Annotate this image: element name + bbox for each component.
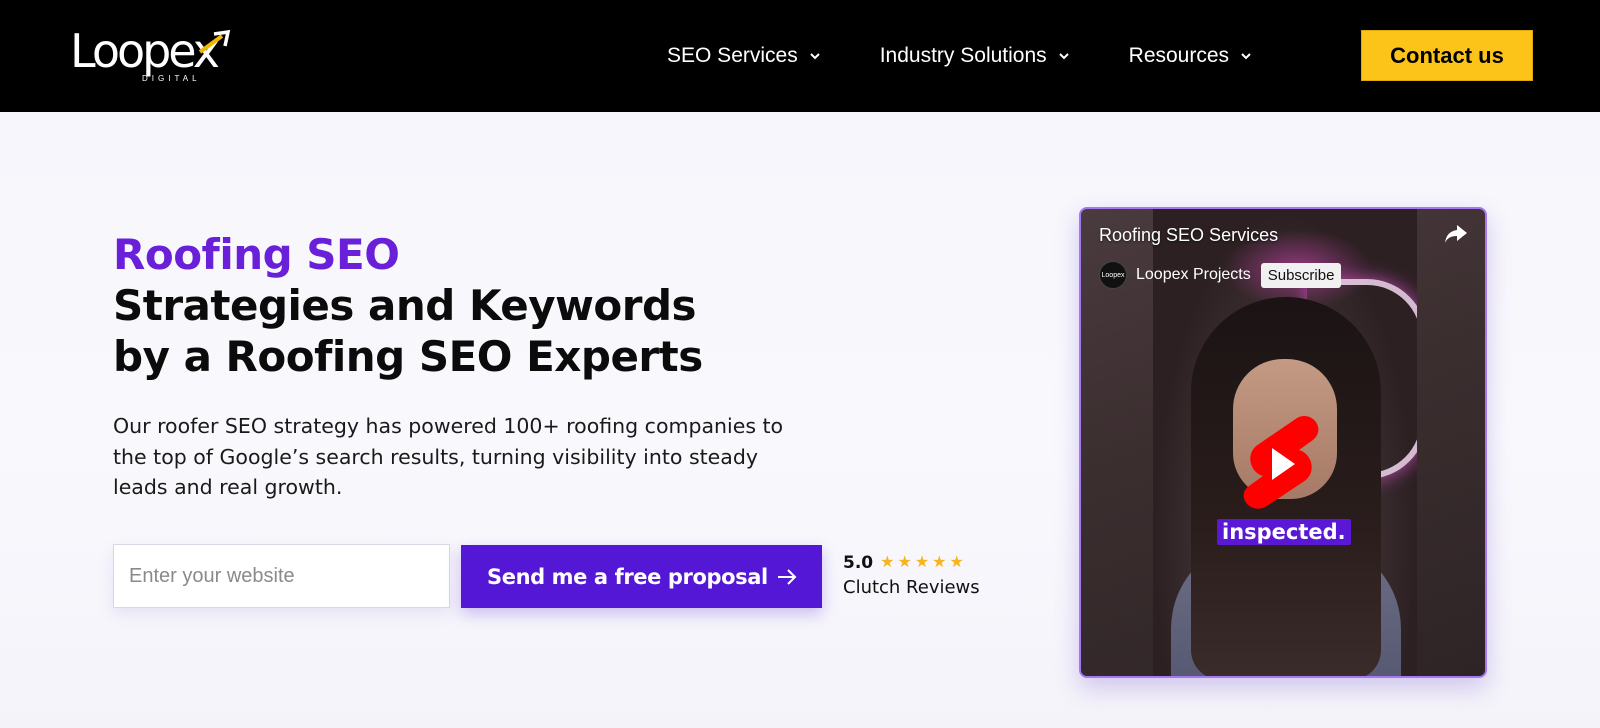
arrow-right-icon bbox=[778, 569, 797, 585]
subscribe-button[interactable]: Subscribe bbox=[1260, 262, 1342, 288]
chevron-down-icon bbox=[1058, 53, 1069, 60]
nav-label: SEO Services bbox=[667, 44, 798, 67]
hero-title-accent: Roofing SEO bbox=[113, 230, 400, 279]
hero-title-line2: by a Roofing SEO Experts bbox=[113, 332, 703, 381]
rating-source: Clutch Reviews bbox=[843, 577, 980, 598]
rating-stars: ★ ★ ★ ★ ★ bbox=[880, 555, 964, 571]
chevron-down-icon bbox=[810, 53, 820, 60]
contact-us-button[interactable]: Contact us bbox=[1361, 30, 1533, 81]
channel-name[interactable]: Loopex Projects bbox=[1136, 266, 1251, 284]
website-input[interactable] bbox=[113, 544, 450, 608]
channel-row: Loopex Loopex Projects Subscribe bbox=[1099, 261, 1342, 289]
video-caption: inspected. bbox=[1217, 519, 1351, 545]
nav-resources[interactable]: Resources bbox=[1129, 44, 1253, 68]
star-icon: ★ bbox=[880, 554, 895, 571]
video-title[interactable]: Roofing SEO Services bbox=[1099, 225, 1278, 246]
main-nav: SEO Services Industry Solutions Resource… bbox=[667, 0, 1253, 112]
video-player[interactable]: Roofing SEO Services Loopex Loopex Proje… bbox=[1079, 207, 1487, 678]
channel-avatar[interactable]: Loopex bbox=[1099, 261, 1127, 289]
star-icon: ★ bbox=[949, 554, 964, 571]
star-icon: ★ bbox=[914, 554, 930, 571]
nav-label: Resources bbox=[1128, 44, 1230, 67]
send-proposal-label: Send me a free proposal bbox=[487, 564, 768, 589]
logo-arrow-icon bbox=[198, 30, 231, 54]
star-icon: ★ bbox=[932, 554, 947, 571]
logo-wordmark: Loopex bbox=[70, 24, 220, 78]
send-proposal-button[interactable]: Send me a free proposal bbox=[461, 545, 822, 608]
nav-seo-services[interactable]: SEO Services bbox=[667, 44, 822, 68]
share-icon[interactable] bbox=[1443, 223, 1469, 245]
hero-title-line1: Strategies and Keywords bbox=[113, 281, 697, 330]
nav-industry-solutions[interactable]: Industry Solutions bbox=[880, 44, 1071, 68]
nav-label: Industry Solutions bbox=[879, 44, 1047, 67]
clutch-rating[interactable]: 5.0 ★ ★ ★ ★ ★ Clutch Reviews bbox=[843, 553, 980, 598]
loopex-logo[interactable]: Loopex DIGITAL bbox=[70, 26, 240, 88]
chevron-down-icon bbox=[1241, 53, 1251, 60]
youtube-shorts-play-icon[interactable] bbox=[1239, 412, 1323, 516]
rating-score: 5.0 bbox=[843, 553, 874, 573]
star-icon: ★ bbox=[897, 554, 912, 571]
hero-description: Our roofer SEO strategy has powered 100+… bbox=[113, 414, 784, 499]
logo-subtitle: DIGITAL bbox=[142, 74, 201, 83]
site-header: Loopex DIGITAL SEO Services Industry Sol… bbox=[0, 0, 1600, 112]
